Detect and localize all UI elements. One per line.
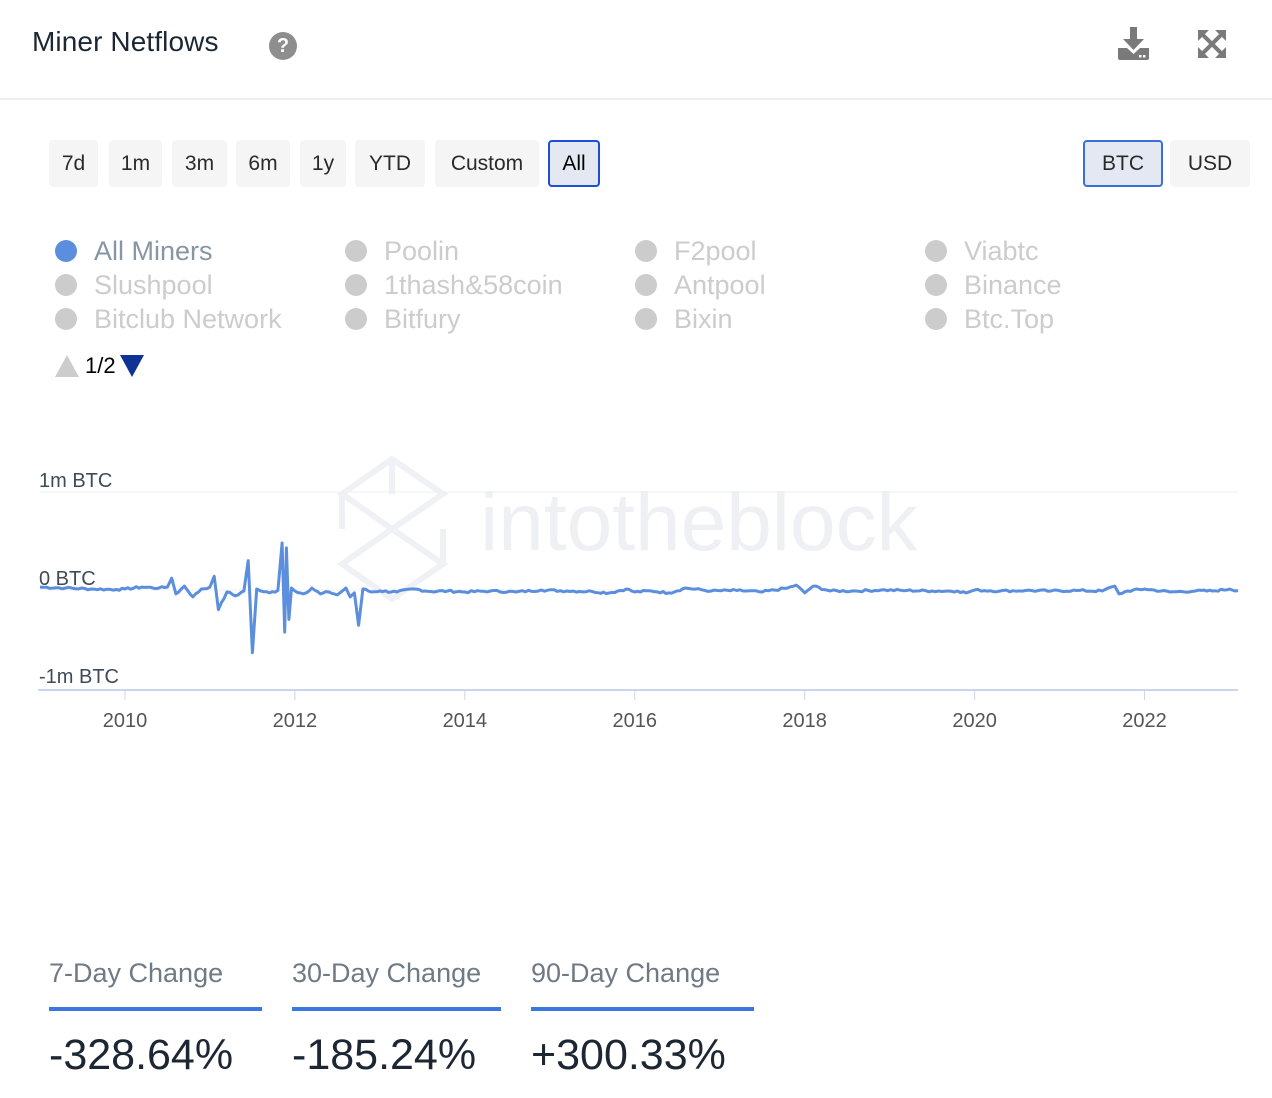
legend-label: Bitclub Network [94, 303, 282, 334]
legend-label: 1thash&58coin [384, 269, 563, 300]
legend-dot-icon [345, 308, 367, 330]
y-tick-label: -1m BTC [39, 666, 119, 688]
legend-label: Poolin [384, 235, 460, 266]
legend-item[interactable]: Binance [925, 270, 1062, 300]
pager-page-indicator: 1/2 [85, 353, 116, 378]
legend-dot-icon [925, 308, 947, 330]
legend-item[interactable]: Viabtc [925, 236, 1039, 266]
legend-label: Binance [964, 269, 1062, 300]
range-all-button[interactable]: All [548, 140, 600, 187]
y-tick-label: 0 BTC [39, 568, 96, 590]
range-1m-button[interactable]: 1m [109, 140, 162, 187]
legend-item[interactable]: Antpool [635, 270, 766, 300]
x-tick-label: 2014 [443, 710, 488, 732]
series-line-all-miners[interactable] [39, 541, 1239, 655]
stat-90day: 90-Day Change +300.33% [531, 958, 754, 1080]
range-1y-button[interactable]: 1y [300, 140, 346, 187]
expand-arrows-icon[interactable] [1194, 26, 1230, 62]
x-tick-label: 2022 [1122, 710, 1167, 732]
legend-item[interactable]: Btc.Top [925, 304, 1054, 334]
x-tick-label: 2016 [613, 710, 658, 732]
stat-7day: 7-Day Change -328.64% [49, 958, 262, 1080]
legend-item[interactable]: Slushpool [55, 270, 213, 300]
legend-item[interactable]: Bitfury [345, 304, 461, 334]
legend-label: All Miners [94, 235, 213, 266]
pager-down-arrow-icon[interactable] [119, 355, 144, 377]
range-6m-button[interactable]: 6m [236, 140, 290, 187]
legend-label: F2pool [674, 235, 757, 266]
x-tick-label: 2010 [103, 710, 148, 732]
legend-item[interactable]: 1thash&58coin [345, 270, 563, 300]
x-tick-label: 2020 [952, 710, 997, 732]
legend-label: Bixin [674, 303, 733, 334]
legend-item[interactable]: Bitclub Network [55, 304, 282, 334]
currency-usd-button[interactable]: USD [1170, 140, 1250, 187]
legend-dot-icon [925, 240, 947, 262]
legend-dot-icon [925, 274, 947, 296]
legend-item[interactable]: Poolin [345, 236, 459, 266]
stat-30day-label[interactable]: 30-Day Change [292, 958, 501, 1011]
legend-label: Slushpool [94, 269, 213, 300]
legend-dot-icon [635, 308, 657, 330]
legend-item[interactable]: All Miners [55, 236, 213, 266]
y-tick-label: 1m BTC [39, 470, 112, 492]
page-title: Miner Netflows [32, 26, 219, 57]
legend-dot-icon [345, 240, 367, 262]
x-tick-label: 2012 [273, 710, 318, 732]
download-icon[interactable] [1116, 26, 1152, 62]
legend-item[interactable]: F2pool [635, 236, 757, 266]
legend-dot-icon [345, 274, 367, 296]
range-7d-button[interactable]: 7d [49, 140, 98, 187]
x-tick-label: 2018 [782, 710, 827, 732]
watermark-logo-icon [336, 455, 449, 603]
legend-dot-icon [635, 240, 657, 262]
currency-btc-button[interactable]: BTC [1083, 140, 1163, 187]
range-ytd-button[interactable]: YTD [355, 140, 425, 187]
stat-7day-value: -328.64% [49, 1031, 234, 1079]
watermark-text: intotheblock [480, 477, 919, 568]
stat-30day: 30-Day Change -185.24% [292, 958, 501, 1080]
legend-dot-icon [635, 274, 657, 296]
legend-dot-icon [55, 274, 77, 296]
pager-up-arrow-icon[interactable] [55, 355, 79, 377]
stat-90day-label[interactable]: 90-Day Change [531, 958, 754, 1011]
legend-label: Btc.Top [964, 303, 1055, 334]
legend-pager: 1/2 [55, 352, 144, 380]
stat-90day-value: +300.33% [531, 1031, 726, 1079]
question-circle-icon[interactable]: ? [269, 32, 297, 60]
legend-item[interactable]: Bixin [635, 304, 733, 334]
legend-dot-icon [55, 308, 77, 330]
legend-label: Antpool [674, 269, 766, 300]
legend-label: Viabtc [964, 235, 1039, 266]
stat-7day-label[interactable]: 7-Day Change [49, 958, 262, 1011]
range-3m-button[interactable]: 3m [172, 140, 227, 187]
range-custom-button[interactable]: Custom [435, 140, 539, 187]
main-chart[interactable]: intotheblock 1m BTC 0 BTC -1m BTC 2010 2012… [0, 0, 1272, 760]
widget-header: Miner Netflows ? [0, 0, 1272, 100]
legend-label: Bitfury [384, 303, 461, 334]
stat-30day-value: -185.24% [292, 1031, 477, 1079]
legend-dot-icon [55, 240, 77, 262]
